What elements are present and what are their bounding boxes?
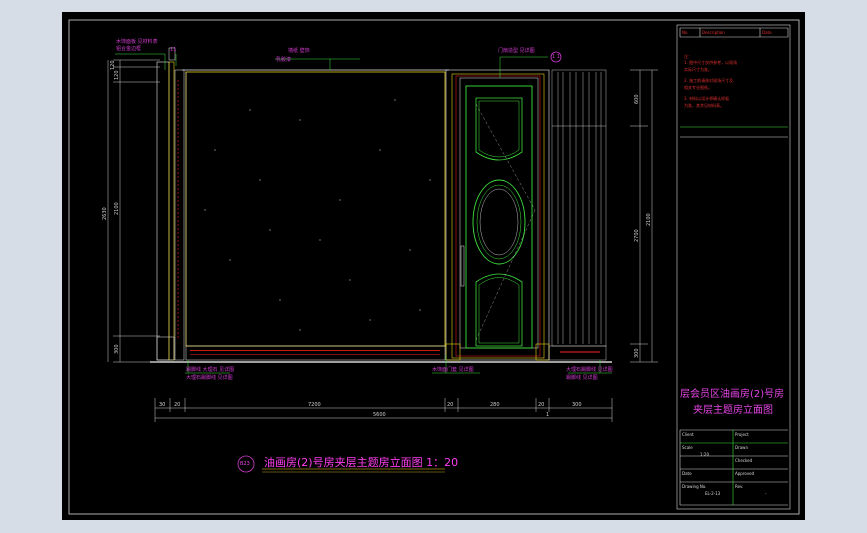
bottom-dim-total: 5600 bbox=[373, 412, 386, 418]
right-dim-d: 300 bbox=[634, 348, 640, 358]
right-dim-b: 2700 bbox=[634, 229, 640, 242]
note-top-left-1: 木饰面板 见材料表 bbox=[116, 39, 158, 45]
bottom-dim-a: 30 bbox=[159, 402, 166, 408]
tb-project-line2: 夹层主题房立面图 bbox=[693, 405, 773, 416]
bottom-dim-d: 20 bbox=[447, 402, 454, 408]
tb-head-date: Date bbox=[762, 30, 772, 35]
drawing-border bbox=[68, 19, 800, 515]
right-dim-a: 600 bbox=[634, 94, 640, 104]
left-wall-column bbox=[156, 47, 185, 361]
right-dim-c: 2100 bbox=[646, 213, 652, 226]
note-bottom-right-2: 踢脚线 见详图 bbox=[566, 375, 598, 381]
callout-leaders bbox=[115, 53, 612, 374]
wood-panel bbox=[548, 69, 607, 361]
bottom-dim-f: 20 bbox=[538, 402, 545, 408]
tb-row-5-value: Rev. bbox=[735, 484, 744, 489]
note-callout-num: 1 1 bbox=[552, 54, 560, 60]
tb-note-3: 2. 施工前请核对现场尺寸及 bbox=[684, 78, 734, 83]
tb-row-2-value: Drawn bbox=[735, 445, 748, 450]
note-bottom-left: 踢脚线 大理石 见详图 bbox=[186, 367, 235, 373]
note-top-column: 11 bbox=[170, 47, 177, 53]
tb-note-1: 1. 图中尺寸仅供参考，以现场 bbox=[684, 60, 738, 65]
tb-row-5-label: Drawing No. bbox=[682, 484, 707, 489]
tb-rev: - bbox=[765, 491, 767, 496]
section-mark-label: B23 bbox=[240, 461, 250, 467]
note-bottom-mid: 木饰面门套 见详图 bbox=[432, 367, 474, 373]
right-dimension-chain bbox=[630, 69, 658, 363]
tb-scale-value: 1:20 bbox=[700, 452, 709, 457]
tb-project-line1: 层会员区油画房(2)号房 bbox=[680, 389, 785, 400]
tb-note-4: 相关专业图纸。 bbox=[684, 85, 712, 90]
tb-row-1-label: Client bbox=[682, 432, 694, 437]
tb-row-2-label: Scale bbox=[682, 445, 693, 450]
note-top-mid-2: 乳胶漆 bbox=[276, 57, 292, 63]
tb-note-5: 3. 材料以设计师确认样板 bbox=[684, 96, 730, 101]
tb-note-6: 为准，其余见材料表。 bbox=[684, 103, 724, 108]
bottom-dim-b: 20 bbox=[174, 402, 181, 408]
left-dim-a: 120 bbox=[110, 60, 116, 70]
tb-notes-label: 注： bbox=[684, 54, 692, 59]
bottom-dim-i: 1 bbox=[546, 412, 550, 418]
tb-row-4-value: Approved bbox=[735, 471, 755, 476]
drawing-title: 油画房(2)号房夹层主题房立面图 1：20 bbox=[264, 456, 459, 469]
left-dim-e: 300 bbox=[114, 344, 120, 354]
note-top-door: 门扇造型 见详图 bbox=[498, 48, 535, 54]
tb-row-4-label: Date bbox=[682, 471, 692, 476]
left-dim-c: 2630 bbox=[102, 207, 108, 220]
tb-drawing-no: EL-2-13 bbox=[705, 491, 721, 496]
note-top-left-2: 铝合金边框 bbox=[116, 46, 142, 52]
note-bottom-right: 大理石踢脚线 见详图 bbox=[566, 367, 613, 373]
tb-row-1-value: Project bbox=[735, 432, 749, 437]
left-dim-d: 2100 bbox=[114, 202, 120, 215]
tb-head-no: No. bbox=[682, 30, 689, 35]
tb-note-2: 实际尺寸为准。 bbox=[684, 67, 712, 72]
door-handle[interactable] bbox=[460, 245, 465, 287]
left-dim-b: 120 bbox=[114, 70, 120, 80]
tb-row-3-value: Checked bbox=[735, 458, 753, 463]
bottom-dim-e: 280 bbox=[490, 402, 500, 408]
door[interactable] bbox=[445, 69, 550, 361]
tb-head-desc: Description bbox=[702, 30, 725, 35]
note-top-mid-1: 墙纸 壁饰 bbox=[288, 48, 310, 54]
bottom-dim-g: 300 bbox=[572, 402, 582, 408]
wall-panel bbox=[182, 69, 449, 361]
note-bottom-left-2: 大理石踢脚线 见详图 bbox=[186, 375, 233, 381]
bottom-dim-c: 7200 bbox=[308, 402, 321, 408]
